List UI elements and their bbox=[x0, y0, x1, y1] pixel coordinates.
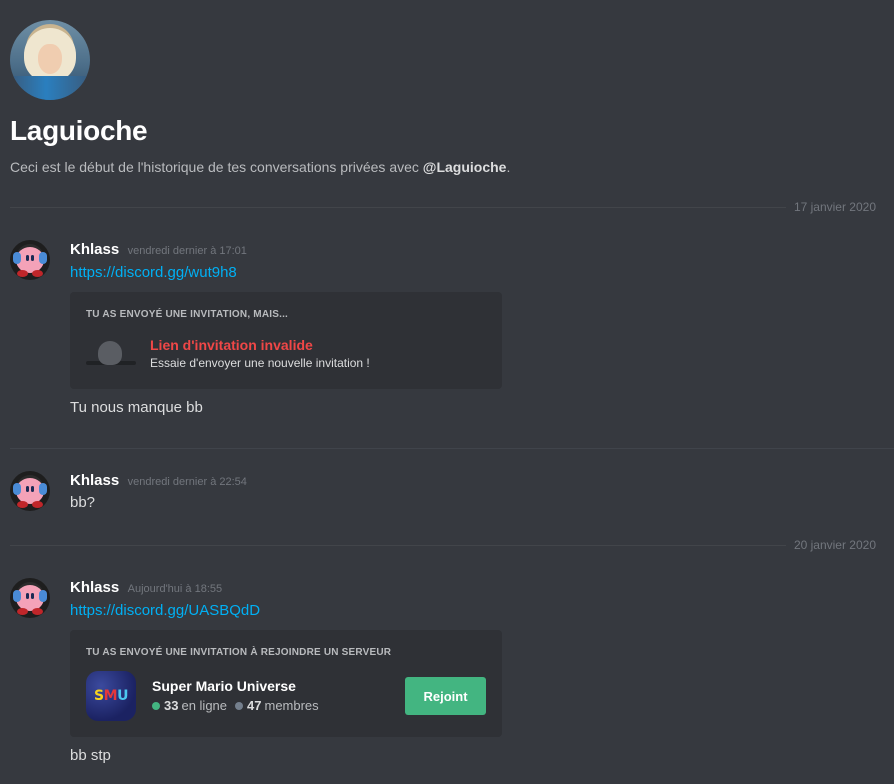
recipient-name: Laguioche bbox=[10, 115, 148, 146]
dm-intro-text: Ceci est le début de l'historique de tes… bbox=[10, 158, 894, 176]
message-text: bb? bbox=[70, 494, 96, 511]
divider-date: 20 janvier 2020 bbox=[785, 537, 884, 553]
members-count: 47 bbox=[247, 698, 262, 713]
invite-link[interactable]: https://discord.gg/UASBQdD bbox=[70, 600, 894, 622]
invalid-invite-icon bbox=[86, 333, 136, 373]
server-icon-letter: U bbox=[117, 688, 128, 704]
divider-date: 17 janvier 2020 bbox=[785, 199, 884, 215]
invalid-invite-card: TU AS ENVOYÉ UNE INVITATION, MAIS... Lie… bbox=[70, 292, 502, 389]
author-avatar[interactable] bbox=[10, 240, 50, 280]
message-header: Khlass Aujourd'hui à 18:55 bbox=[70, 578, 894, 599]
message-timestamp: vendredi dernier à 17:01 bbox=[127, 245, 247, 257]
members-dot-icon bbox=[235, 702, 244, 710]
online-dot-icon bbox=[152, 702, 160, 710]
message-timestamp: vendredi dernier à 22:54 bbox=[127, 476, 247, 488]
invite-link[interactable]: https://discord.gg/wut9h8 bbox=[70, 262, 894, 284]
online-label: en ligne bbox=[181, 698, 228, 713]
intro-prefix: Ceci est le début de l'historique de tes… bbox=[10, 159, 423, 175]
invalid-invite-title: Lien d'invitation invalide bbox=[150, 336, 313, 353]
server-icon[interactable]: SMU bbox=[86, 671, 136, 721]
members-label: membres bbox=[264, 698, 319, 713]
server-name: Super Mario Universe bbox=[152, 678, 296, 694]
author-username[interactable]: Khlass bbox=[70, 579, 119, 596]
message-text: bb stp bbox=[70, 747, 111, 764]
message-timestamp: Aujourd'hui à 18:55 bbox=[127, 583, 223, 595]
recipient-mention[interactable]: @Laguioche bbox=[423, 159, 507, 175]
server-icon-letter: M bbox=[103, 688, 118, 704]
message-group: Khlass vendredi dernier à 17:01 https://… bbox=[10, 240, 894, 419]
message-group: Khlass vendredi dernier à 22:54 bb? bbox=[10, 471, 894, 514]
invalid-invite-subtitle: Essaie d'envoyer une nouvelle invitation… bbox=[150, 355, 370, 370]
online-count: 33 bbox=[164, 698, 179, 713]
author-username[interactable]: Khlass bbox=[70, 472, 119, 489]
message-text: Tu nous manque bb bbox=[70, 399, 203, 416]
invite-header: TU AS ENVOYÉ UNE INVITATION, MAIS... bbox=[86, 309, 289, 320]
author-username[interactable]: Khlass bbox=[70, 241, 119, 258]
author-avatar[interactable] bbox=[10, 578, 50, 618]
date-divider: 20 janvier 2020 bbox=[10, 537, 884, 553]
invite-header: TU AS ENVOYÉ UNE INVITATION À REJOINDRE … bbox=[86, 647, 392, 658]
author-avatar[interactable] bbox=[10, 471, 50, 511]
server-stats: 33 en ligne 47 membres bbox=[152, 697, 405, 715]
message-group: Khlass Aujourd'hui à 18:55 https://disco… bbox=[10, 578, 894, 767]
date-divider: 17 janvier 2020 bbox=[10, 199, 884, 215]
message-header: Khlass vendredi dernier à 22:54 bbox=[70, 471, 894, 492]
message-header: Khlass vendredi dernier à 17:01 bbox=[70, 240, 894, 261]
server-invite-card: TU AS ENVOYÉ UNE INVITATION À REJOINDRE … bbox=[70, 630, 502, 737]
intro-suffix: . bbox=[506, 159, 511, 175]
join-server-button[interactable]: Rejoint bbox=[405, 677, 486, 715]
dm-header: Laguioche Ceci est le début de l'histori… bbox=[10, 20, 894, 176]
server-icon-letter: S bbox=[94, 688, 104, 704]
recipient-avatar[interactable] bbox=[10, 20, 90, 100]
message-separator bbox=[10, 448, 894, 449]
